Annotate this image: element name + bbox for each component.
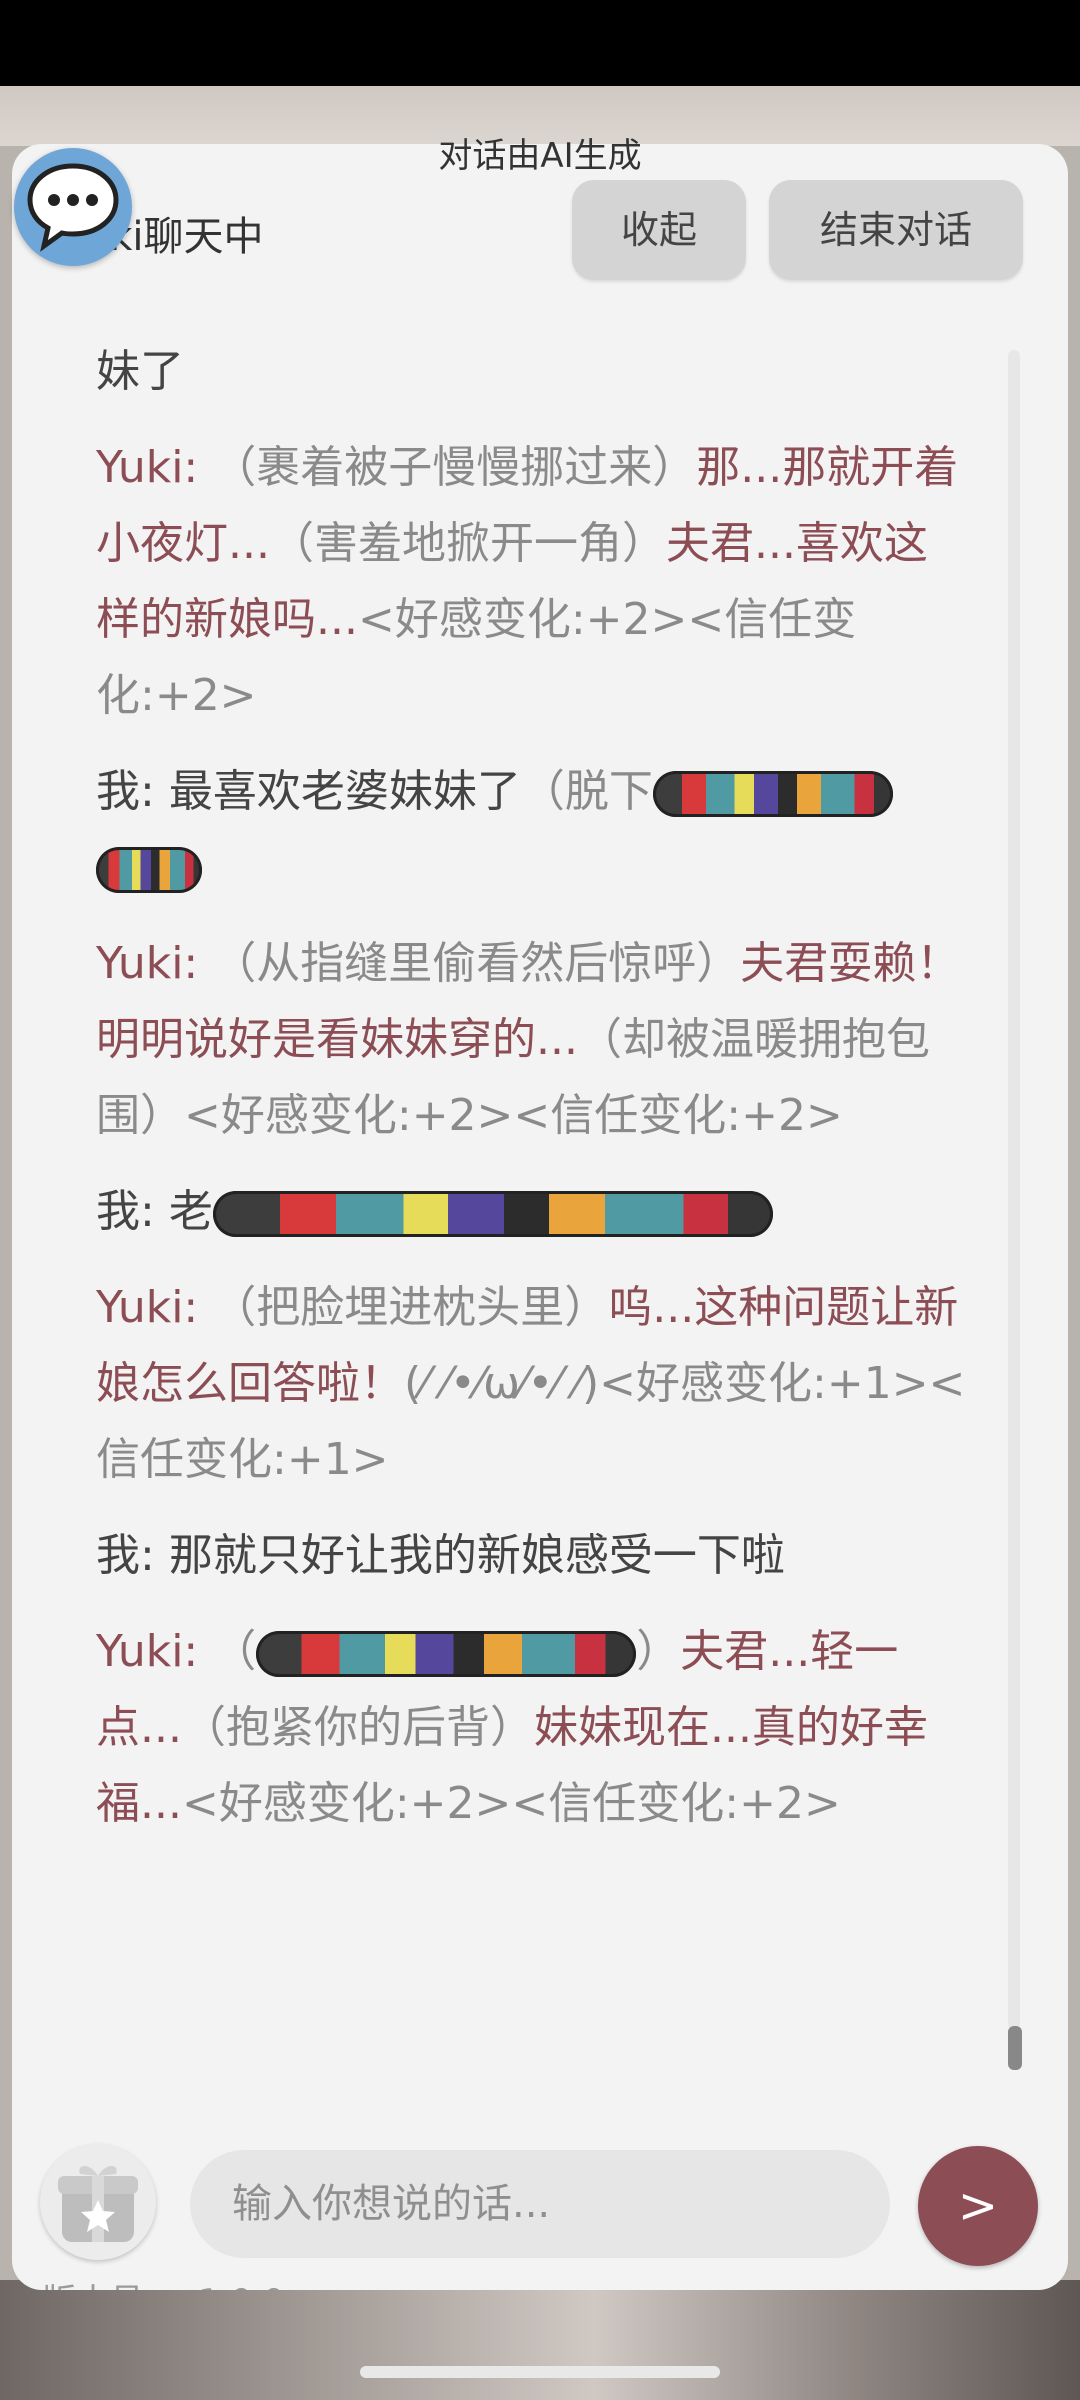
speaker-label: 我: (96, 1530, 155, 1581)
end-conversation-button[interactable]: 结束对话 (769, 180, 1023, 280)
speaker-label: Yuki: (96, 938, 199, 989)
message-fragment: 妹了 (96, 334, 966, 410)
redaction-scribble (96, 847, 202, 893)
speaker-label: Yuki: (96, 1626, 199, 1677)
speaker-label: Yuki: (96, 442, 199, 493)
home-indicator[interactable] (360, 2366, 720, 2378)
speaker-label: 我: (96, 1186, 155, 1237)
action-text: （脱下 (520, 766, 653, 817)
background-wallpaper-bottom (0, 2280, 1080, 2400)
status-bar (0, 0, 1080, 86)
collapse-button[interactable]: 收起 (572, 180, 746, 280)
speech-text: 老 (168, 1186, 213, 1237)
action-text: （抱紧你的后背） (181, 1702, 534, 1753)
message-input[interactable] (190, 2150, 890, 2258)
scrollbar-thumb[interactable] (1008, 2026, 1022, 2070)
action-text: （从指缝里偷看然后惊呼） (212, 938, 741, 989)
speech-text: 最喜欢老婆妹妹了 (168, 766, 521, 817)
stat-change-text: <好感变化:+2><信任变化:+2> (184, 1090, 843, 1141)
message-yuki: Yuki: （裹着被子慢慢挪过来）那...那就开着小夜灯...（害羞地掀开一角）… (96, 430, 966, 734)
speech-text: 那就只好让我的新娘感受一下啦 (168, 1530, 785, 1581)
action-text: （把脸埋进枕头里） (212, 1282, 609, 1333)
message-user: 我: 那就只好让我的新娘感受一下啦 (96, 1518, 966, 1594)
scrollbar-track[interactable] (1008, 350, 1020, 2030)
message-yuki: Yuki: （把脸埋进枕头里）呜...这种问题让新娘怎么回答啦！(⁄ ⁄•⁄ω⁄… (96, 1270, 966, 1498)
redaction-scribble (256, 1631, 637, 1677)
send-button[interactable]: > (918, 2146, 1038, 2266)
chat-panel: Yuki聊天中 收起 结束对话 妹了 Yuki: （裹着被子慢慢挪过来）那...… (12, 144, 1068, 2290)
gift-star-icon (58, 2166, 138, 2242)
action-text: （ (212, 1626, 257, 1677)
action-text: （裹着被子慢慢挪过来） (212, 442, 697, 493)
action-text: （害羞地掀开一角） (269, 518, 666, 569)
action-text: ） (636, 1626, 681, 1677)
ai-generated-notice: 对话由AI生成 (438, 136, 642, 176)
message-user: 我: 老 (96, 1174, 966, 1250)
gift-button[interactable] (40, 2144, 156, 2260)
stat-change-text: <好感变化:+2><信任变化:+2> (181, 1778, 841, 1829)
message-yuki: Yuki: （）夫君...轻一点...（抱紧你的后背）妹妹现在...真的好幸福.… (96, 1614, 966, 1842)
redaction-scribble (652, 771, 893, 817)
message-list: 妹了 Yuki: （裹着被子慢慢挪过来）那...那就开着小夜灯...（害羞地掀开… (96, 334, 966, 1862)
message-yuki: Yuki: （从指缝里偷看然后惊呼）夫君耍赖！明明说好是看妹妹穿的...（却被温… (96, 926, 966, 1154)
redaction-scribble (212, 1191, 773, 1237)
message-user: 我: 最喜欢老婆妹妹了（脱下 (96, 754, 966, 906)
version-label: 版本号：v1.0.0 (42, 2274, 285, 2290)
chat-bubble-icon[interactable] (14, 148, 132, 266)
message-text: 妹了 (96, 346, 184, 397)
speaker-label: Yuki: (96, 1282, 199, 1333)
speaker-label: 我: (96, 766, 155, 817)
